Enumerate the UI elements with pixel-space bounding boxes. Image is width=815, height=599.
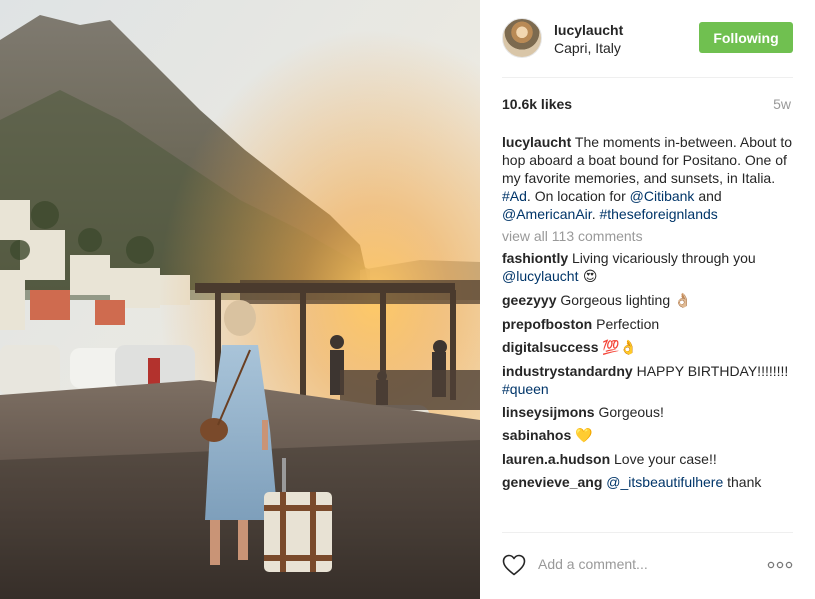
comment-text: Gorgeous lighting bbox=[556, 292, 675, 308]
post-photo[interactable] bbox=[0, 0, 480, 599]
comment-item: genevieve_ang @_itsbeautifulhere thank bbox=[502, 473, 793, 491]
author-username[interactable]: lucylaucht bbox=[554, 21, 623, 39]
like-count[interactable]: 10.6k likes bbox=[502, 96, 572, 112]
header-divider bbox=[502, 77, 793, 78]
comment-item: linseysijmons Gorgeous! bbox=[502, 403, 793, 421]
yellow-heart-emoji: 💛 bbox=[575, 428, 593, 444]
comment-mention[interactable]: @_itsbeautifulhere bbox=[606, 474, 723, 490]
post-time[interactable]: 5w bbox=[773, 96, 791, 112]
add-comment-row: Add a comment... bbox=[502, 550, 793, 580]
comment-mention[interactable]: @lucylaucht bbox=[502, 268, 578, 284]
comment-item: prepofboston Perfection bbox=[502, 315, 793, 333]
view-all-comments-link[interactable]: view all 113 comments bbox=[502, 227, 793, 245]
comment-text: Perfection bbox=[592, 316, 660, 332]
comment-username[interactable]: prepofboston bbox=[502, 316, 592, 332]
caption-mention[interactable]: @AmericanAir bbox=[502, 206, 592, 222]
comment-hashtag[interactable]: #queen bbox=[502, 381, 549, 397]
caption-username[interactable]: lucylaucht bbox=[502, 134, 571, 150]
heart-eyes-emoji: 😍 bbox=[578, 269, 598, 285]
comment-username[interactable]: digitalsuccess bbox=[502, 339, 599, 355]
comment-text: Gorgeous! bbox=[594, 404, 664, 420]
comment-username[interactable]: lauren.a.hudson bbox=[502, 451, 610, 467]
hundred-ok-emoji: 💯👌 bbox=[602, 340, 638, 356]
comment-username[interactable]: geezyyy bbox=[502, 292, 556, 308]
author-info: lucylaucht Capri, Italy bbox=[554, 21, 623, 58]
caption-hashtag-ad[interactable]: #Ad bbox=[502, 188, 527, 204]
comment-item: lauren.a.hudson Love your case!! bbox=[502, 450, 793, 468]
heart-icon[interactable] bbox=[502, 554, 526, 576]
caption-text: and bbox=[694, 188, 722, 204]
post-caption: lucylaucht The moments in-between. About… bbox=[502, 133, 793, 223]
comment-item: industrystandardny HAPPY BIRTHDAY!!!!!!!… bbox=[502, 362, 793, 398]
comment-text: HAPPY BIRTHDAY!!!!!!!! bbox=[632, 363, 789, 379]
post-details-panel: lucylaucht Capri, Italy Following 10.6k … bbox=[480, 0, 815, 599]
comment-text: thank bbox=[723, 474, 762, 490]
more-options-icon[interactable] bbox=[767, 558, 793, 572]
comment-username[interactable]: linseysijmons bbox=[502, 404, 595, 420]
comments-list[interactable]: lucylaucht The moments in-between. About… bbox=[502, 133, 793, 530]
comment-username[interactable]: genevieve_ang bbox=[502, 474, 602, 490]
post-location[interactable]: Capri, Italy bbox=[554, 39, 623, 58]
ok-hand-emoji: 👌🏼 bbox=[674, 293, 692, 309]
comment-text: Love your case!! bbox=[610, 451, 717, 467]
caption-mention[interactable]: @Citibank bbox=[630, 188, 695, 204]
comment-item: sabinahos 💛 bbox=[502, 426, 793, 445]
comment-item: fashiontly Living vicariously through yo… bbox=[502, 249, 793, 286]
post-header: lucylaucht Capri, Italy Following bbox=[502, 18, 793, 60]
comment-item: geezyyy Gorgeous lighting 👌🏼 bbox=[502, 291, 793, 310]
likes-row: 10.6k likes 5w bbox=[502, 96, 793, 114]
post-photo-image bbox=[0, 0, 480, 599]
comment-username[interactable]: fashiontly bbox=[502, 250, 568, 266]
caption-text: . On location for bbox=[526, 188, 630, 204]
add-comment-input[interactable]: Add a comment... bbox=[538, 556, 648, 572]
comment-username[interactable]: sabinahos bbox=[502, 427, 571, 443]
comment-text: Living vicariously through you bbox=[568, 250, 756, 266]
following-button[interactable]: Following bbox=[699, 22, 793, 53]
comment-username[interactable]: industrystandardny bbox=[502, 363, 633, 379]
author-avatar[interactable] bbox=[502, 18, 542, 58]
comment-item: digitalsuccess 💯👌 bbox=[502, 338, 793, 357]
footer-divider bbox=[502, 532, 793, 533]
caption-hashtag[interactable]: #theseforeignlands bbox=[599, 206, 717, 222]
